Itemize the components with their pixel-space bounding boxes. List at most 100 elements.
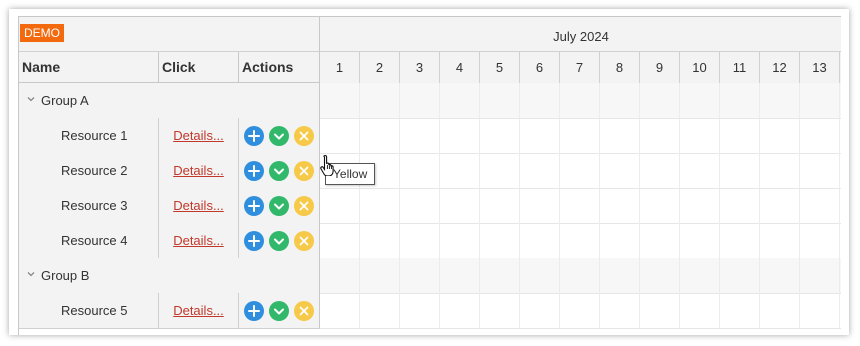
timeline-cell[interactable]	[600, 153, 640, 188]
details-link[interactable]: Details...	[173, 128, 224, 143]
timeline-cell[interactable]	[680, 118, 720, 153]
timeline-cell[interactable]	[800, 223, 840, 258]
timeline-row[interactable]	[320, 153, 842, 189]
timeline-cell[interactable]	[440, 83, 480, 118]
timeline-cell[interactable]	[800, 258, 840, 293]
timeline-cell[interactable]	[520, 258, 560, 293]
column-header-click[interactable]: Click	[159, 52, 239, 83]
timeline-cell[interactable]	[480, 188, 520, 223]
timeline-cell[interactable]	[600, 118, 640, 153]
timeline-cell[interactable]	[480, 83, 520, 118]
timeline-row[interactable]	[320, 293, 842, 329]
timeline-cell[interactable]	[640, 223, 680, 258]
timeline-cell[interactable]	[680, 83, 720, 118]
timeline-cell[interactable]	[440, 118, 480, 153]
close-button[interactable]	[294, 231, 314, 251]
check-chevron-button[interactable]	[269, 231, 289, 251]
close-button[interactable]	[294, 126, 314, 146]
timeline-cell[interactable]	[800, 188, 840, 223]
timeline-row[interactable]	[320, 118, 842, 154]
timeline-cell[interactable]	[520, 118, 560, 153]
scrollbar[interactable]	[841, 16, 849, 335]
timeline-cell[interactable]	[720, 258, 760, 293]
timeline-cell[interactable]	[320, 188, 360, 223]
timeline-row[interactable]	[320, 223, 842, 259]
plus-button[interactable]	[244, 301, 264, 321]
details-link[interactable]: Details...	[173, 163, 224, 178]
timeline-cell[interactable]	[600, 223, 640, 258]
timeline-cell[interactable]	[720, 83, 760, 118]
timeline-cell[interactable]	[640, 293, 680, 328]
column-header-name[interactable]: Name	[19, 52, 159, 83]
timeline-cell[interactable]	[520, 293, 560, 328]
details-link[interactable]: Details...	[173, 198, 224, 213]
timeline-cell[interactable]	[320, 83, 360, 118]
timeline-cell[interactable]	[720, 293, 760, 328]
details-link[interactable]: Details...	[173, 233, 224, 248]
timeline-cell[interactable]	[680, 223, 720, 258]
timeline-cell[interactable]	[560, 258, 600, 293]
timeline-cell[interactable]	[400, 258, 440, 293]
timeline-cell[interactable]	[760, 293, 800, 328]
timeline-cell[interactable]	[320, 118, 360, 153]
timeline-cell[interactable]	[440, 293, 480, 328]
timeline-cell[interactable]	[720, 118, 760, 153]
details-link[interactable]: Details...	[173, 303, 224, 318]
timeline-cell[interactable]	[640, 188, 680, 223]
timeline-cell[interactable]	[360, 293, 400, 328]
timeline-cell[interactable]	[720, 223, 760, 258]
timeline-cell[interactable]	[760, 83, 800, 118]
timeline-cell[interactable]	[560, 188, 600, 223]
close-button[interactable]	[294, 301, 314, 321]
timeline-cell[interactable]	[600, 188, 640, 223]
plus-button[interactable]	[244, 126, 264, 146]
plus-button[interactable]	[244, 161, 264, 181]
timeline-cell[interactable]	[520, 83, 560, 118]
timeline-row[interactable]	[320, 258, 842, 294]
timeline-cell[interactable]	[480, 293, 520, 328]
timeline-cell[interactable]	[720, 188, 760, 223]
timeline-cell[interactable]	[640, 83, 680, 118]
timeline-cell[interactable]	[560, 118, 600, 153]
timeline-cell[interactable]	[360, 83, 400, 118]
timeline-cell[interactable]	[440, 153, 480, 188]
timeline-cell[interactable]	[600, 293, 640, 328]
timeline-cell[interactable]	[480, 118, 520, 153]
timeline-row[interactable]	[320, 188, 842, 224]
timeline-cell[interactable]	[320, 293, 360, 328]
timeline-cell[interactable]	[520, 223, 560, 258]
chevron-down-icon[interactable]	[27, 95, 35, 103]
timeline-cell[interactable]	[400, 153, 440, 188]
timeline-cell[interactable]	[680, 293, 720, 328]
timeline-cell[interactable]	[800, 83, 840, 118]
chevron-down-icon[interactable]	[27, 270, 35, 278]
timeline-cell[interactable]	[720, 153, 760, 188]
timeline-cell[interactable]	[640, 118, 680, 153]
timeline-cell[interactable]	[440, 223, 480, 258]
timeline-cell[interactable]	[760, 223, 800, 258]
timeline-cell[interactable]	[560, 83, 600, 118]
timeline-cell[interactable]	[400, 293, 440, 328]
timeline-cell[interactable]	[480, 223, 520, 258]
timeline-cell[interactable]	[560, 153, 600, 188]
timeline-cell[interactable]	[400, 118, 440, 153]
timeline-cell[interactable]	[320, 258, 360, 293]
timeline-row[interactable]	[320, 83, 842, 119]
timeline-cell[interactable]	[560, 223, 600, 258]
timeline-cell[interactable]	[760, 118, 800, 153]
timeline-cell[interactable]	[360, 188, 400, 223]
timeline-cell[interactable]	[800, 153, 840, 188]
timeline-cell[interactable]	[440, 258, 480, 293]
timeline-cell[interactable]	[520, 188, 560, 223]
check-chevron-button[interactable]	[269, 196, 289, 216]
timeline-cell[interactable]	[560, 293, 600, 328]
timeline-cell[interactable]	[440, 188, 480, 223]
timeline-cell[interactable]	[760, 258, 800, 293]
check-chevron-button[interactable]	[269, 161, 289, 181]
timeline-cell[interactable]	[400, 83, 440, 118]
timeline-cell[interactable]	[400, 223, 440, 258]
timeline-cell[interactable]	[800, 118, 840, 153]
plus-button[interactable]	[244, 231, 264, 251]
timeline-cell[interactable]	[480, 258, 520, 293]
timeline-cell[interactable]	[680, 258, 720, 293]
